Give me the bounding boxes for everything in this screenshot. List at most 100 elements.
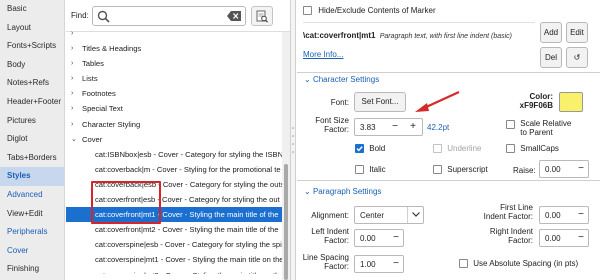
chevron-right-icon[interactable]: ›: [71, 71, 79, 86]
sidebar-item-advanced[interactable]: Advanced: [0, 186, 64, 205]
sidebar-item-cover[interactable]: Cover: [0, 242, 64, 261]
tree-category[interactable]: › Character Styling: [66, 117, 282, 132]
sidebar-item-notes-refs[interactable]: Notes+Refs: [0, 74, 64, 93]
reset-button[interactable]: ↺: [566, 47, 588, 68]
scale-relative-checkbox[interactable]: [506, 120, 515, 129]
line-spacing-value[interactable]: 1.00: [360, 260, 376, 269]
chevron-right-icon[interactable]: ›: [71, 86, 79, 101]
marker-header: \cat:coverfront|mt1 Paragraph text, with…: [303, 31, 512, 40]
smallcaps-row[interactable]: SmallCaps: [506, 144, 559, 154]
bold-checkbox[interactable]: [355, 144, 364, 154]
line-spacing-spinner[interactable]: 1.00 −: [354, 255, 404, 273]
superscript-row[interactable]: Superscript: [433, 165, 488, 175]
chevron-right-icon[interactable]: ›: [71, 117, 79, 132]
sidebar-item-basic[interactable]: Basic: [0, 0, 64, 19]
sidebar-item-finishing[interactable]: Finishing: [0, 260, 64, 279]
first-line-indent-spinner[interactable]: 0.00 −: [539, 206, 589, 224]
bold-row[interactable]: Bold: [355, 144, 385, 154]
tree-item[interactable]: cat:coverspine|mt2 - Cover - Styling the…: [66, 268, 282, 275]
tree-item[interactable]: cat:coverback|esb - Cover - Category for…: [66, 177, 282, 192]
sidebar-item-peripherals[interactable]: Peripherals: [0, 223, 64, 242]
find-input[interactable]: [114, 9, 222, 23]
italic-row[interactable]: Italic: [355, 165, 386, 175]
tree-item[interactable]: cat:coverspine|esb - Cover - Category fo…: [66, 237, 282, 252]
tree-item-label: cat:coverback|m - Cover - Styling for th…: [95, 164, 281, 174]
first-line-decrement-button[interactable]: −: [574, 209, 588, 221]
sidebar-item-body[interactable]: Body: [0, 56, 64, 75]
left-indent-decrement-button[interactable]: −: [389, 232, 403, 244]
tree-scrollbar-thumb[interactable]: [284, 164, 288, 280]
chevron-down-icon[interactable]: ⌄: [71, 132, 79, 147]
left-indent-value[interactable]: 0.00: [360, 234, 376, 243]
smallcaps-checkbox[interactable]: [506, 144, 515, 154]
sidebar-item-tabs-borders[interactable]: Tabs+Borders: [0, 149, 64, 168]
find-field[interactable]: [92, 6, 246, 26]
right-indent-decrement-button[interactable]: −: [574, 232, 588, 244]
sidebar-item-header-footer[interactable]: Header+Footer: [0, 93, 64, 112]
right-indent-value[interactable]: 0.00: [545, 234, 561, 243]
more-info-link[interactable]: More Info...: [303, 50, 343, 59]
character-settings-title: Character Settings: [312, 75, 380, 84]
tree-category[interactable]: › Footnotes: [66, 86, 282, 101]
sidebar-item-styles[interactable]: Styles: [0, 167, 64, 186]
chevron-right-icon[interactable]: ›: [71, 101, 79, 116]
tree-item-label: cat:coverspine|mt1 - Cover - Styling the…: [95, 255, 282, 265]
tree-item[interactable]: cat:ISBNbox|esb - Cover - Category for s…: [66, 147, 282, 162]
add-button[interactable]: Add: [540, 22, 562, 43]
tree-category[interactable]: ⌄ Cover: [66, 132, 282, 147]
scale-relative-row[interactable]: Scale Relative to Parent: [506, 119, 571, 137]
chevron-right-icon[interactable]: ›: [71, 26, 79, 41]
tree-scrollbar[interactable]: [282, 32, 290, 280]
tree-item[interactable]: cat:coverspine|mt1 - Cover - Styling the…: [66, 252, 282, 267]
set-font-button[interactable]: Set Font...: [354, 92, 406, 112]
chevron-right-icon[interactable]: ›: [71, 41, 79, 56]
tree-category[interactable]: › Tables: [66, 56, 282, 71]
underline-checkbox: [433, 144, 442, 154]
font-size-spinner[interactable]: 3.83 − +: [354, 118, 423, 136]
character-settings-header[interactable]: ⌄ Character Settings: [304, 75, 379, 84]
paragraph-settings-header[interactable]: ⌄ Paragraph Settings: [304, 187, 381, 196]
edit-button[interactable]: Edit: [566, 22, 588, 43]
font-label: Font:: [330, 98, 349, 107]
hide-exclude-row[interactable]: Hide/Exclude Contents of Marker: [303, 6, 436, 16]
tree-category[interactable]: › Special Text: [66, 101, 282, 116]
search-icon: [97, 10, 110, 23]
alignment-value: Center: [360, 211, 385, 220]
increment-button[interactable]: +: [406, 121, 420, 133]
tree-category[interactable]: ›: [66, 26, 282, 41]
raise-spinner[interactable]: 0.00 −: [539, 160, 589, 178]
line-spacing-decrement-button[interactable]: −: [389, 258, 403, 270]
chevron-right-icon[interactable]: ›: [71, 56, 79, 71]
color-swatch-button[interactable]: [559, 92, 583, 112]
tree-item[interactable]: cat:coverback|m - Cover - Styling for th…: [66, 162, 282, 177]
italic-checkbox[interactable]: [355, 165, 364, 175]
marker-name: \cat:coverfront|mt1: [303, 31, 376, 40]
font-size-value[interactable]: 3.83: [360, 123, 376, 132]
first-line-indent-value[interactable]: 0.00: [545, 211, 561, 220]
left-indent-spinner[interactable]: 0.00 −: [354, 229, 404, 247]
superscript-checkbox[interactable]: [433, 165, 442, 175]
sidebar-item-fonts-scripts[interactable]: Fonts+Scripts: [0, 37, 64, 56]
tree-item[interactable]: cat:coverfront|esb - Cover - Category fo…: [66, 192, 282, 207]
tree-item[interactable]: cat:coverfront|mt1 - Cover - Styling the…: [66, 207, 282, 223]
absolute-spacing-checkbox[interactable]: [459, 259, 468, 269]
sidebar-item-layout[interactable]: Layout: [0, 19, 64, 38]
sidebar-item-pictures[interactable]: Pictures: [0, 112, 64, 131]
raise-value[interactable]: 0.00: [545, 165, 561, 174]
pane-splitter[interactable]: [290, 0, 296, 280]
sidebar-item-view-edit[interactable]: View+Edit: [0, 205, 64, 224]
find-options-button[interactable]: [251, 6, 273, 26]
decrement-button[interactable]: −: [388, 121, 402, 133]
tree-category[interactable]: › Lists: [66, 71, 282, 86]
right-indent-spinner[interactable]: 0.00 −: [539, 229, 589, 247]
alignment-select[interactable]: Center: [354, 206, 424, 224]
clear-icon[interactable]: [227, 11, 241, 21]
tree-category[interactable]: › Titles & Headings: [66, 41, 282, 56]
sidebar-item-diglot[interactable]: Diglot: [0, 130, 64, 149]
hide-exclude-checkbox[interactable]: [303, 6, 312, 16]
raise-decrement-button[interactable]: −: [574, 163, 588, 175]
superscript-label: Superscript: [447, 165, 488, 175]
absolute-spacing-row[interactable]: Use Absolute Spacing (in pts): [459, 259, 578, 269]
tree-item[interactable]: cat:coverfront|mt2 - Cover - Styling the…: [66, 222, 282, 237]
delete-button[interactable]: Del: [540, 47, 562, 68]
